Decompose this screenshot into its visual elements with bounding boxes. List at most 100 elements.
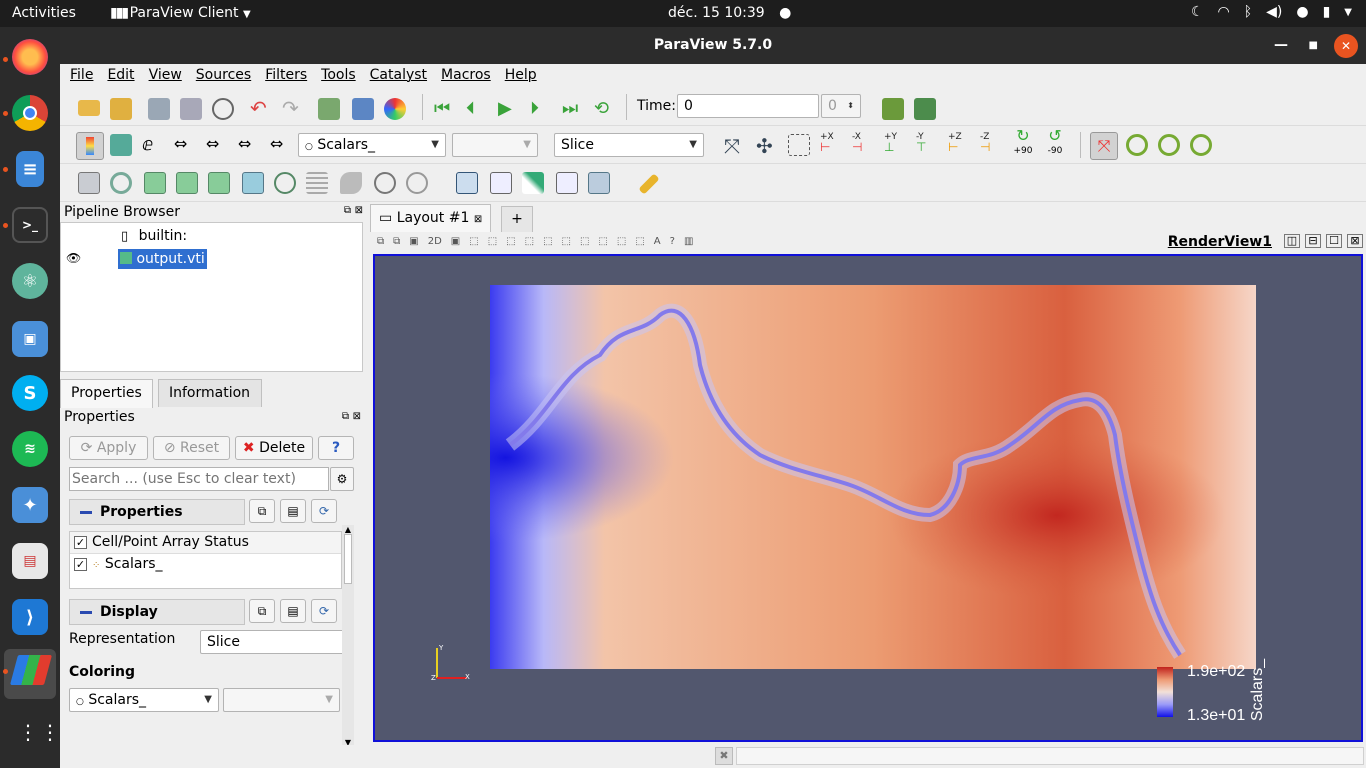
contour-icon[interactable] xyxy=(110,172,132,194)
coloring-component-select[interactable]: ▼ xyxy=(223,688,340,712)
stream-tracer-icon[interactable] xyxy=(306,172,328,194)
apply-button[interactable]: ⟳ Apply xyxy=(69,436,148,460)
slice-icon[interactable] xyxy=(176,172,198,194)
menu-tools[interactable]: Tools xyxy=(321,64,356,88)
array-item-row[interactable]: ✓ ⁘ Scalars_ xyxy=(70,554,341,576)
open-folder-icon[interactable] xyxy=(78,100,100,116)
skype-icon[interactable]: S xyxy=(12,375,48,411)
ruler-icon[interactable] xyxy=(638,173,660,195)
interactive-select-icon[interactable]: ⬚ xyxy=(525,236,534,247)
capture-screenshot-icon[interactable]: ⧉ xyxy=(377,236,384,247)
layout-tab[interactable]: ▭ Layout #1 ⊠ xyxy=(370,204,492,232)
menu-help[interactable]: Help xyxy=(505,64,537,88)
grow-selection-icon[interactable]: ⬚ xyxy=(598,236,607,247)
maximize-view-icon[interactable]: ☐ xyxy=(1326,234,1342,248)
group-datasets-icon[interactable] xyxy=(374,172,396,194)
paste-icon[interactable]: ▤ xyxy=(280,499,306,523)
pipeline-builtin-row[interactable]: ▯ builtin: xyxy=(121,228,187,244)
view-plus-z-icon[interactable]: +Z ⊢ xyxy=(948,132,970,154)
pipeline-item-output[interactable]: output.vti xyxy=(118,249,207,269)
play-icon[interactable]: ▶ xyxy=(498,98,520,120)
hover-cells-icon[interactable]: ⬚ xyxy=(580,236,589,247)
view-minus-x-icon[interactable]: -X ⊣ xyxy=(852,132,874,154)
redo-icon[interactable]: ↷ xyxy=(282,98,304,120)
plot-data-icon[interactable] xyxy=(556,172,578,194)
edit-color-map-icon[interactable] xyxy=(384,98,406,120)
menu-macros[interactable]: Macros xyxy=(441,64,491,88)
color-array-combo[interactable]: ○ Scalars_ ▼ xyxy=(298,133,446,157)
system-tray[interactable]: ☾ ◠ ᛒ ◀) ● ▮ ▼ xyxy=(1191,4,1352,22)
close-panel-icon[interactable]: ⊠ xyxy=(355,205,363,216)
screenshot-icon[interactable]: ▣ xyxy=(12,321,48,357)
extract-subset-icon[interactable] xyxy=(242,172,264,194)
clear-icon[interactable]: ▥ xyxy=(684,236,693,247)
document-viewer-icon[interactable]: ▤ xyxy=(12,543,48,579)
extract-level-icon[interactable] xyxy=(406,172,428,194)
search-input[interactable] xyxy=(69,467,329,491)
rescale-time-range-icon[interactable]: ⇔ xyxy=(238,134,260,156)
rotate-minus-90-icon[interactable]: ↺ -90 xyxy=(1044,128,1066,157)
color-legend[interactable]: 1.9e+02 1.3e+01 Scalars_ xyxy=(1157,659,1277,727)
menu-edit[interactable]: Edit xyxy=(107,64,134,88)
vertical-scrollbar[interactable]: ▲ ▼ xyxy=(342,525,354,747)
query-icon[interactable]: ? xyxy=(670,236,675,247)
copy-icon[interactable]: ⧉ xyxy=(249,599,275,623)
split-vertical-icon[interactable]: ⊟ xyxy=(1305,234,1321,248)
disconnect-icon[interactable] xyxy=(180,98,202,120)
maximize-button[interactable]: ■ xyxy=(1309,27,1318,64)
atom-icon[interactable]: ⚛ xyxy=(12,263,48,299)
pick-center-icon[interactable] xyxy=(1158,134,1180,156)
undo-icon[interactable]: ↶ xyxy=(250,98,272,120)
checkbox-icon[interactable]: ✓ xyxy=(74,535,87,549)
close-tab-icon[interactable]: ⊠ xyxy=(474,214,482,225)
terrain-slice-image[interactable] xyxy=(490,285,1256,669)
previous-frame-icon[interactable]: ⏴ xyxy=(466,98,488,120)
select-cells-icon[interactable]: ▣ xyxy=(451,236,460,247)
view-plus-x-icon[interactable]: +X ⊢ xyxy=(820,132,842,154)
kite-icon[interactable]: ✦ xyxy=(12,487,48,523)
calculator-icon[interactable] xyxy=(78,172,100,194)
menu-filters[interactable]: Filters xyxy=(265,64,307,88)
menu-view[interactable]: View xyxy=(149,64,182,88)
loop-icon[interactable]: ⟲ xyxy=(594,98,616,120)
save-screenshot-icon[interactable]: ⧉ xyxy=(393,236,400,247)
view-minus-z-icon[interactable]: -Z ⊣ xyxy=(980,132,1002,154)
zoom-to-box-icon[interactable] xyxy=(788,134,810,156)
color-component-combo[interactable]: ▼ xyxy=(452,133,538,157)
clock[interactable]: déc. 15 10:39 ● xyxy=(668,5,791,21)
clear-selection-icon[interactable]: ⬚ xyxy=(635,236,644,247)
connect-icon[interactable] xyxy=(148,98,170,120)
warp-by-vector-icon[interactable] xyxy=(340,172,362,194)
histogram-icon[interactable] xyxy=(522,172,544,194)
reset-camera-closest-icon[interactable]: ✣ xyxy=(756,134,778,158)
close-button[interactable]: ✕ xyxy=(1334,34,1358,58)
eye-visibility-icon[interactable]: 👁 xyxy=(66,251,81,265)
activities-button[interactable]: Activities xyxy=(12,5,76,21)
find-data-icon[interactable] xyxy=(352,98,374,120)
toggle-color-legend-icon[interactable] xyxy=(76,132,104,160)
glyph-icon[interactable] xyxy=(274,172,296,194)
split-horizontal-icon[interactable]: ◫ xyxy=(1284,234,1300,248)
save-data-icon[interactable] xyxy=(110,98,132,120)
rescale-data-range-icon[interactable]: ⇔ xyxy=(174,134,196,156)
auto-apply-icon[interactable] xyxy=(212,98,234,120)
select-block-icon[interactable]: ⬚ xyxy=(506,236,515,247)
toggle-labels-icon[interactable]: A xyxy=(654,236,661,247)
hover-points-icon[interactable]: ⬚ xyxy=(562,236,571,247)
pipeline-browser[interactable]: ▯ builtin: 👁 output.vti xyxy=(60,222,363,372)
probe-icon[interactable] xyxy=(490,172,512,194)
reset-defaults-icon[interactable]: ⟳ xyxy=(311,599,337,623)
minimize-button[interactable]: — xyxy=(1274,27,1288,64)
checkbox-icon[interactable]: ✓ xyxy=(74,557,87,571)
copy-icon[interactable]: ⧉ xyxy=(249,499,275,523)
tab-information[interactable]: Information xyxy=(158,379,262,407)
reset-defaults-icon[interactable]: ⟳ xyxy=(311,499,337,523)
menu-sources[interactable]: Sources xyxy=(196,64,251,88)
camera-undo-icon[interactable]: ▣ xyxy=(409,236,418,247)
time-input[interactable]: 0 xyxy=(677,94,819,118)
rescale-custom-range-icon[interactable]: ⅇ xyxy=(142,134,164,156)
firefox-icon[interactable] xyxy=(12,39,48,75)
delete-button[interactable]: ✖ Delete xyxy=(235,436,313,460)
axes-grid-icon[interactable] xyxy=(588,172,610,194)
float-panel-icon[interactable]: ⧉ xyxy=(342,411,349,422)
